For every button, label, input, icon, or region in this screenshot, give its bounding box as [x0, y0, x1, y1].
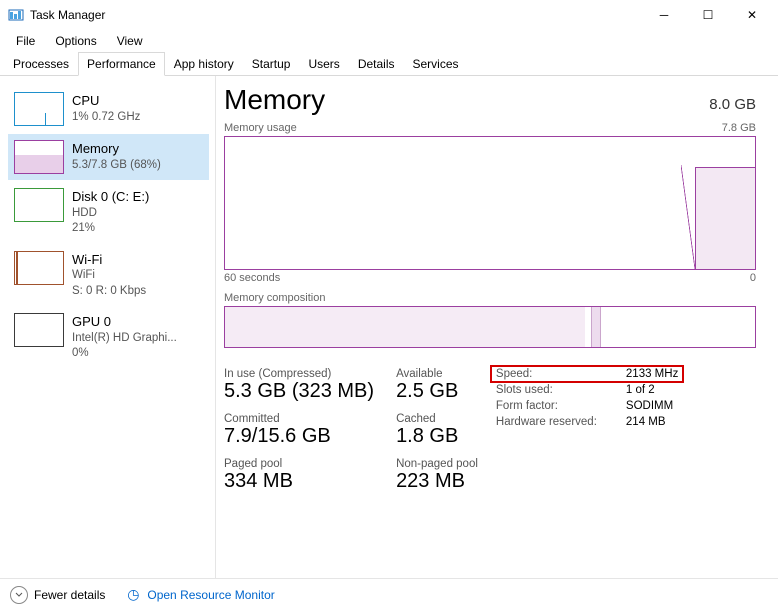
tab-processes[interactable]: Processes: [4, 52, 78, 76]
paged-label: Paged pool: [224, 458, 374, 470]
tab-app-history[interactable]: App history: [165, 52, 243, 76]
cached-label: Cached: [396, 413, 478, 425]
sidebar-item-disk[interactable]: Disk 0 (C: E:) HDD 21%: [8, 182, 209, 243]
disk-thumb-icon: [14, 188, 64, 222]
memory-composition-label: Memory composition: [224, 292, 756, 304]
memory-capacity: 8.0 GB: [709, 96, 756, 113]
memory-usage-label: Memory usage: [224, 122, 297, 134]
wifi-thumb-icon: [14, 251, 64, 285]
sidebar-item-gpu[interactable]: GPU 0 Intel(R) HD Graphi... 0%: [8, 307, 209, 368]
wifi-sub1: WiFi: [72, 268, 146, 284]
fewer-details-button[interactable]: Fewer details: [34, 588, 105, 602]
nonpaged-label: Non-paged pool: [396, 458, 478, 470]
close-button[interactable]: ✕: [730, 0, 774, 30]
detail-panel: Memory 8.0 GB Memory usage 7.8 GB 60 sec…: [220, 76, 778, 578]
nonpaged-value: 223 MB: [396, 470, 478, 493]
menu-file[interactable]: File: [6, 32, 45, 50]
wifi-sub2: S: 0 R: 0 Kbps: [72, 284, 146, 300]
tab-users[interactable]: Users: [299, 52, 348, 76]
reserved-label: Hardware reserved:: [496, 416, 626, 428]
memory-stats-right: Speed: 2133 MHz Slots used: 1 of 2 Form …: [496, 368, 678, 499]
maximize-button[interactable]: ☐: [686, 0, 730, 30]
tab-performance[interactable]: Performance: [78, 52, 165, 76]
cached-value: 1.8 GB: [396, 425, 478, 448]
page-title: Memory: [224, 84, 325, 116]
x-axis-left: 60 seconds: [224, 272, 280, 284]
content: CPU 1% 0.72 GHz Memory 5.3/7.8 GB (68%) …: [0, 76, 778, 578]
form-value: SODIMM: [626, 400, 678, 412]
minimize-button[interactable]: ─: [642, 0, 686, 30]
committed-label: Committed: [224, 413, 374, 425]
memory-stats-left: In use (Compressed) 5.3 GB (323 MB) Avai…: [224, 368, 478, 499]
committed-value: 7.9/15.6 GB: [224, 425, 374, 448]
memory-usage-chart: [224, 136, 756, 270]
available-value: 2.5 GB: [396, 380, 478, 403]
sidebar-item-memory[interactable]: Memory 5.3/7.8 GB (68%): [8, 134, 209, 180]
menu-bar: File Options View: [0, 30, 778, 52]
gpu-thumb-icon: [14, 313, 64, 347]
slots-label: Slots used:: [496, 384, 626, 396]
cpu-thumb-icon: [14, 92, 64, 126]
reserved-value: 214 MB: [626, 416, 678, 428]
sidebar-item-cpu[interactable]: CPU 1% 0.72 GHz: [8, 86, 209, 132]
tabs: Processes Performance App history Startu…: [0, 52, 778, 76]
memory-sub: 5.3/7.8 GB (68%): [72, 158, 161, 174]
available-label: Available: [396, 368, 478, 380]
memory-composition-chart: [224, 306, 756, 348]
resource-monitor-icon: ◷: [125, 587, 141, 603]
disk-sub2: 21%: [72, 221, 149, 237]
memory-usage-max: 7.8 GB: [722, 122, 756, 134]
wifi-title: Wi-Fi: [72, 251, 146, 269]
memory-title: Memory: [72, 140, 161, 158]
window-title: Task Manager: [30, 8, 642, 22]
disk-title: Disk 0 (C: E:): [72, 188, 149, 206]
form-label: Form factor:: [496, 400, 626, 412]
app-icon: [8, 7, 24, 23]
footer: Fewer details ◷ Open Resource Monitor: [0, 578, 778, 610]
sidebar: CPU 1% 0.72 GHz Memory 5.3/7.8 GB (68%) …: [0, 76, 216, 578]
slots-value: 1 of 2: [626, 384, 678, 396]
tab-startup[interactable]: Startup: [243, 52, 300, 76]
speed-label: Speed:: [496, 368, 626, 380]
menu-options[interactable]: Options: [45, 32, 106, 50]
gpu-title: GPU 0: [72, 313, 177, 331]
paged-value: 334 MB: [224, 470, 374, 493]
memory-thumb-icon: [14, 140, 64, 174]
sidebar-item-wifi[interactable]: Wi-Fi WiFi S: 0 R: 0 Kbps: [8, 245, 209, 306]
collapse-icon[interactable]: [10, 586, 28, 604]
tab-details[interactable]: Details: [349, 52, 404, 76]
cpu-sub: 1% 0.72 GHz: [72, 110, 140, 126]
x-axis-right: 0: [750, 272, 756, 284]
window-titlebar: Task Manager ─ ☐ ✕: [0, 0, 778, 30]
disk-sub1: HDD: [72, 206, 149, 222]
tab-services[interactable]: Services: [404, 52, 468, 76]
inuse-label: In use (Compressed): [224, 368, 374, 380]
speed-value: 2133 MHz: [626, 368, 678, 380]
open-resource-monitor-link[interactable]: Open Resource Monitor: [147, 588, 274, 602]
inuse-value: 5.3 GB (323 MB): [224, 380, 374, 403]
cpu-title: CPU: [72, 92, 140, 110]
gpu-sub1: Intel(R) HD Graphi...: [72, 331, 177, 347]
menu-view[interactable]: View: [107, 32, 153, 50]
gpu-sub2: 0%: [72, 346, 177, 362]
